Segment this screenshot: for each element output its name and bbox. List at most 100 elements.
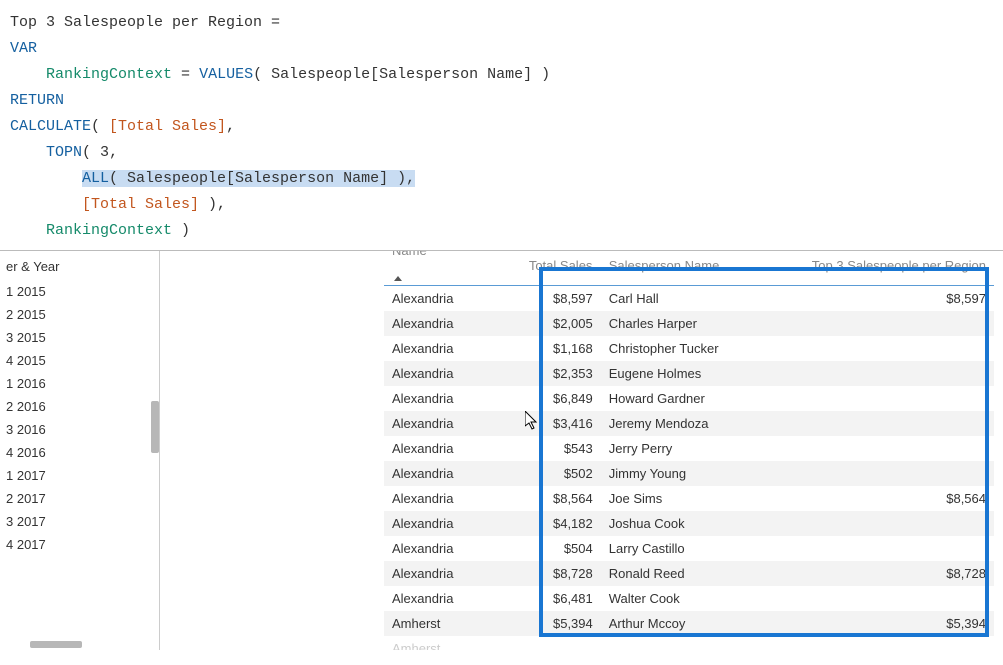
cell-name: Carl Hall — [601, 286, 804, 312]
keyword-return: RETURN — [10, 92, 64, 109]
formula-line-8: [Total Sales] ), — [10, 192, 993, 218]
header-total-sales-label: Total Sales — [529, 258, 593, 273]
cell-top3: $8,597 — [804, 286, 994, 312]
paren-open: ( — [91, 118, 109, 135]
slicer-item[interactable]: 3 2016 — [6, 418, 153, 441]
table-row[interactable]: Alexandria$2,353Eugene Holmes — [384, 361, 994, 386]
column-header-salesperson[interactable]: Salesperson Name — [601, 251, 804, 286]
formula-line-9: RankingContext ) — [10, 218, 993, 244]
slicer-item[interactable]: 1 2017 — [6, 464, 153, 487]
slicer-item[interactable]: 1 2016 — [6, 372, 153, 395]
table-row[interactable]: Alexandria$6,849Howard Gardner — [384, 386, 994, 411]
column-header-total-sales[interactable]: Total Sales — [521, 251, 601, 286]
slicer-item[interactable]: 3 2017 — [6, 510, 153, 533]
cell-sales: $1,168 — [521, 336, 601, 361]
slicer-item[interactable]: 3 2015 — [6, 326, 153, 349]
cell-city: Alexandria — [384, 286, 521, 312]
table-header-row: Name Total Sales Salesperson Name Top 3 … — [384, 251, 994, 286]
cell-name — [601, 636, 804, 650]
cell-city: Alexandria — [384, 561, 521, 586]
keyword-var: VAR — [10, 40, 37, 57]
formula-line-2: VAR — [10, 36, 993, 62]
cell-top3 — [804, 436, 994, 461]
table-row[interactable]: Alexandria$8,728Ronald Reed$8,728 — [384, 561, 994, 586]
cell-name: Walter Cook — [601, 586, 804, 611]
table-row[interactable]: Alexandria$8,597Carl Hall$8,597 — [384, 286, 994, 312]
slicer-item[interactable]: 4 2015 — [6, 349, 153, 372]
cell-sales: $3,416 — [521, 411, 601, 436]
cell-city: Alexandria — [384, 411, 521, 436]
all-args: ( Salespeople[Salesperson Name] ), — [109, 170, 415, 187]
table-row[interactable]: Alexandria$504Larry Castillo — [384, 536, 994, 561]
cell-name: Charles Harper — [601, 311, 804, 336]
slicer-title: er & Year — [6, 255, 153, 280]
variable-name: RankingContext — [46, 66, 172, 83]
cell-city: Alexandria — [384, 536, 521, 561]
cell-city: Alexandria — [384, 336, 521, 361]
formula-line-1: Top 3 Salespeople per Region = — [10, 10, 993, 36]
table-row[interactable]: Alexandria$6,481Walter Cook — [384, 586, 994, 611]
cell-name: Jeremy Mendoza — [601, 411, 804, 436]
cell-top3 — [804, 511, 994, 536]
slicer-item[interactable]: 2 2015 — [6, 303, 153, 326]
cell-city: Alexandria — [384, 586, 521, 611]
cell-name: Larry Castillo — [601, 536, 804, 561]
table-visual[interactable]: Name Total Sales Salesperson Name Top 3 … — [160, 251, 1003, 650]
selected-token[interactable]: ALL( Salespeople[Salesperson Name] ), — [82, 170, 415, 187]
cell-sales: $504 — [521, 536, 601, 561]
cell-sales — [521, 636, 601, 650]
indent — [10, 222, 46, 239]
cell-top3 — [804, 311, 994, 336]
header-top3-label: Top 3 Salespeople per Region — [812, 258, 986, 273]
cell-sales: $5,394 — [521, 611, 601, 636]
comma: , — [226, 118, 235, 135]
slicer-item[interactable]: 2 2017 — [6, 487, 153, 510]
slicer-pane[interactable]: er & Year 1 2015 2 2015 3 2015 4 2015 1 … — [0, 251, 160, 650]
header-salesperson-label: Salesperson Name — [609, 258, 796, 273]
cell-sales: $4,182 — [521, 511, 601, 536]
paren-close: ) — [172, 222, 190, 239]
cell-name: Eugene Holmes — [601, 361, 804, 386]
column-header-top3[interactable]: Top 3 Salespeople per Region — [804, 251, 994, 286]
cell-top3 — [804, 411, 994, 436]
slicer-item[interactable]: 2 2016 — [6, 395, 153, 418]
cell-name: Arthur Mccoy — [601, 611, 804, 636]
cell-city: Amherst — [384, 636, 521, 650]
cell-name: Howard Gardner — [601, 386, 804, 411]
indent — [10, 66, 46, 83]
cell-top3 — [804, 586, 994, 611]
function-values: VALUES — [199, 66, 253, 83]
cell-sales: $8,564 — [521, 486, 601, 511]
table-row[interactable]: Alexandria$3,416Jeremy Mendoza — [384, 411, 994, 436]
slicer-item[interactable]: 4 2016 — [6, 441, 153, 464]
column-header-name[interactable]: Name — [384, 251, 521, 286]
cell-name: Jerry Perry — [601, 436, 804, 461]
slicer-item[interactable]: 4 2017 — [6, 533, 153, 556]
table-row[interactable]: Alexandria$502Jimmy Young — [384, 461, 994, 486]
table-row[interactable]: Alexandria$1,168Christopher Tucker — [384, 336, 994, 361]
measure-ref: [Total Sales] — [109, 118, 226, 135]
topn-number: 3 — [100, 144, 109, 161]
cell-sales: $2,353 — [521, 361, 601, 386]
cell-city: Alexandria — [384, 486, 521, 511]
cell-sales: $8,597 — [521, 286, 601, 312]
equals-sign: = — [262, 14, 280, 31]
formula-area[interactable]: Top 3 Salespeople per Region = VAR Ranki… — [0, 0, 1003, 250]
scrollbar-vertical-thumb[interactable] — [151, 401, 159, 453]
cell-top3 — [804, 386, 994, 411]
cell-city: Alexandria — [384, 436, 521, 461]
table-row[interactable]: Amherst$5,394Arthur Mccoy$5,394 — [384, 611, 994, 636]
formula-line-5: CALCULATE( [Total Sales], — [10, 114, 993, 140]
cell-sales: $543 — [521, 436, 601, 461]
slicer-item[interactable]: 1 2015 — [6, 280, 153, 303]
table-row[interactable]: Alexandria$2,005Charles Harper — [384, 311, 994, 336]
results-table: Name Total Sales Salesperson Name Top 3 … — [384, 251, 994, 650]
table-row[interactable]: Alexandria$543Jerry Perry — [384, 436, 994, 461]
table-row[interactable]: Alexandria$8,564Joe Sims$8,564 — [384, 486, 994, 511]
comma: , — [109, 144, 118, 161]
scrollbar-horizontal-thumb[interactable] — [30, 641, 82, 648]
table-row[interactable]: Alexandria$4,182Joshua Cook — [384, 511, 994, 536]
header-name-label: Name — [392, 251, 427, 258]
cell-sales: $2,005 — [521, 311, 601, 336]
table-row[interactable]: Amherst — [384, 636, 994, 650]
